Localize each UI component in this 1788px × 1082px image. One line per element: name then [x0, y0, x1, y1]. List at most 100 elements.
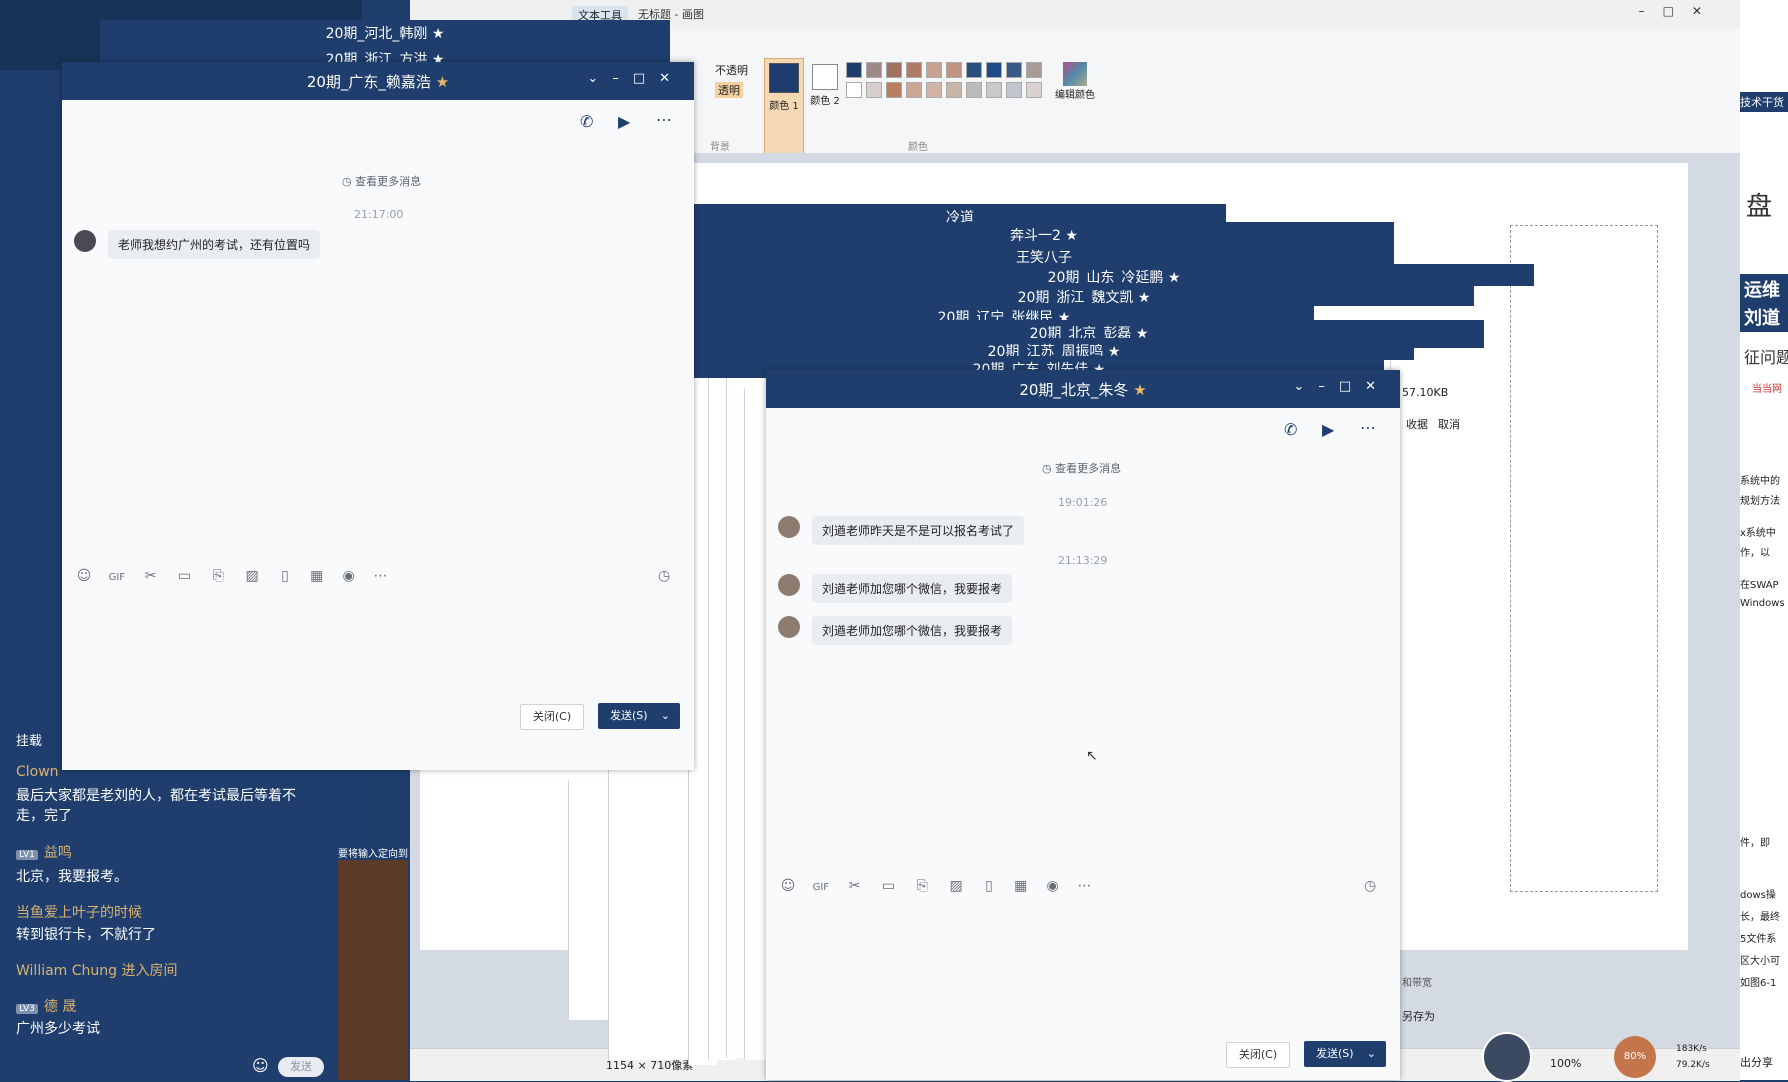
scissors-icon[interactable]: ✂ — [136, 568, 166, 584]
chat-user-name: LV1 益鸣 — [16, 842, 72, 862]
close-button[interactable]: 关闭(C) — [1226, 1042, 1290, 1068]
palette-swatch[interactable] — [1026, 82, 1042, 98]
send-button[interactable]: 发送(S) ⌄ — [598, 703, 680, 729]
history-clock-icon[interactable]: ◷ — [1364, 878, 1376, 894]
emoji-icon[interactable]: ☺ — [252, 1056, 269, 1075]
palette-swatch[interactable] — [966, 82, 982, 98]
palette-swatch[interactable] — [946, 62, 962, 78]
more-icon[interactable]: ⋯ — [656, 110, 672, 129]
gif-icon[interactable]: GIF — [806, 882, 836, 893]
palette-swatch[interactable] — [886, 82, 902, 98]
chat-window-right: 20期_北京_朱冬 ★ ⌄–□✕ ✆ ▶ ⋯ ◷ 查看更多消息 19:01:26… — [766, 370, 1400, 1080]
chat-window-titlebar[interactable]: 20期_浙江_魏文凯 ★ — [694, 284, 1474, 306]
article-line: 5文件系 — [1740, 934, 1777, 945]
chat-window-titlebar[interactable]: 20期_北京_朱冬 ★ ⌄–□✕ — [766, 370, 1400, 408]
chat-window-title: 20期_广东_赖嘉浩 — [306, 73, 431, 91]
avatar — [778, 616, 800, 638]
video-icon[interactable]: ▶ — [1322, 420, 1334, 439]
article-panel: 技术干货 盘 运维 刘道 征问题 当当网 系统中的 规划方法 x系统中 作，以 … — [1740, 0, 1788, 1080]
send-button[interactable]: 发送 — [278, 1057, 324, 1077]
net-speed-up: 183K/s — [1676, 1044, 1707, 1054]
window-controls[interactable]: –□✕ — [1639, 4, 1720, 18]
accept-button[interactable]: 收据 — [1406, 416, 1428, 432]
palette-swatch[interactable] — [906, 82, 922, 98]
palette-swatch[interactable] — [926, 82, 942, 98]
cancel-button[interactable]: 取消 — [1438, 416, 1460, 432]
opaque-label[interactable]: 不透明 — [715, 62, 748, 78]
palette-swatch[interactable] — [986, 62, 1002, 78]
window-controls[interactable]: ⌄–□✕ — [1293, 379, 1390, 394]
record-icon[interactable]: ◉ — [335, 568, 363, 584]
view-more-link[interactable]: ◷ 查看更多消息 — [1042, 460, 1121, 476]
chat-user-name: LV3 德 晟 — [16, 996, 76, 1016]
level-badge: LV3 — [16, 1004, 38, 1014]
palette-swatch[interactable] — [846, 62, 862, 78]
chat-message: 广州多少考试 — [16, 1021, 100, 1037]
palette-swatch[interactable] — [1026, 62, 1042, 78]
color1-swatch[interactable]: 颜色 1 — [764, 58, 804, 158]
color2-swatch[interactable]: 颜色 2 — [808, 62, 842, 152]
palette-swatch[interactable] — [866, 62, 882, 78]
phone-icon[interactable]: ✆ — [1284, 420, 1297, 439]
edit-colors-button[interactable]: 编辑颜色 — [1050, 62, 1100, 101]
history-clock-icon[interactable]: ◷ — [658, 568, 670, 584]
performance-ring[interactable]: 80% — [1614, 1036, 1656, 1078]
scissors-icon[interactable]: ✂ — [840, 878, 870, 894]
palette-swatch[interactable] — [866, 82, 882, 98]
calendar-icon[interactable]: ▦ — [303, 568, 331, 584]
video-icon[interactable]: ▶ — [618, 112, 630, 131]
more-options-icon[interactable]: ⋯ — [366, 568, 394, 584]
save-as-label[interactable]: 另存为 — [1402, 1008, 1435, 1024]
emoji-icon[interactable]: ☺ — [70, 568, 98, 584]
screen-icon[interactable]: ▯ — [271, 568, 299, 584]
room-join-notice: William Chung 进入房间 — [16, 963, 178, 979]
chat-user-name: Clown — [16, 764, 59, 780]
partial-label: 挂载 — [16, 734, 43, 749]
palette-swatch[interactable] — [906, 62, 922, 78]
transparent-label[interactable]: 透明 — [715, 82, 743, 98]
gif-icon[interactable]: GIF — [102, 572, 132, 583]
message-bubble: 刘遒老师加您哪个微信，我要报考 — [812, 574, 1013, 603]
color1-label: 颜色 1 — [769, 101, 799, 112]
share-label[interactable]: 出分享 — [1740, 1054, 1773, 1070]
color-palette[interactable] — [842, 58, 1042, 118]
palette-swatch[interactable] — [886, 62, 902, 78]
more-options-icon[interactable]: ⋯ — [1070, 878, 1098, 894]
image-icon[interactable]: ▨ — [941, 878, 971, 894]
article-title-partial: 盘 — [1746, 192, 1773, 222]
chevron-down-icon: ⌄ — [1366, 1047, 1376, 1060]
palette-swatch[interactable] — [986, 82, 1002, 98]
article-line: 系统中的 — [1740, 476, 1780, 487]
file-size-label: 57.10KB — [1402, 386, 1449, 399]
screen-icon[interactable]: ▯ — [975, 878, 1003, 894]
chat-window-titlebar[interactable]: 王笑八子 — [694, 244, 1394, 266]
emoji-icon[interactable]: ☺ — [774, 878, 802, 894]
record-icon[interactable]: ◉ — [1039, 878, 1067, 894]
image-icon[interactable]: ▨ — [237, 568, 267, 584]
window-controls[interactable]: ⌄–□✕ — [587, 71, 684, 86]
send-button[interactable]: 发送(S) ⌄ — [1304, 1041, 1386, 1067]
more-icon[interactable]: ⋯ — [1360, 418, 1376, 437]
chat-window-titlebar[interactable]: 20期_山东_冷延鹏 ★ — [694, 264, 1534, 286]
article-line: 如图6-1 — [1740, 978, 1777, 989]
close-button[interactable]: 关闭(C) — [520, 704, 584, 730]
phone-icon[interactable]: ✆ — [580, 112, 593, 131]
palette-swatch[interactable] — [1006, 82, 1022, 98]
palette-swatch[interactable] — [966, 62, 982, 78]
folder-icon[interactable]: ▭ — [873, 878, 903, 894]
blue-box-1: 运维 — [1740, 274, 1788, 304]
chat-window-titlebar[interactable]: 20期_广东_赖嘉浩 ★ ⌄–□✕ — [62, 62, 694, 100]
palette-swatch[interactable] — [846, 82, 862, 98]
group-label-bg: 背景 — [710, 142, 730, 153]
palette-swatch[interactable] — [926, 62, 942, 78]
file-icon[interactable]: ⎘ — [203, 568, 233, 584]
timestamp: 21:17:00 — [354, 208, 404, 221]
palette-swatch[interactable] — [1006, 62, 1022, 78]
palette-swatch[interactable] — [946, 82, 962, 98]
view-more-link[interactable]: ◷ 查看更多消息 — [342, 173, 421, 189]
calendar-icon[interactable]: ▦ — [1007, 878, 1035, 894]
truncated-line: 要将输入定向到 — [338, 845, 410, 860]
file-icon[interactable]: ⎘ — [907, 878, 937, 894]
zoom-level[interactable]: 100% — [1550, 1057, 1581, 1070]
folder-icon[interactable]: ▭ — [169, 568, 199, 584]
